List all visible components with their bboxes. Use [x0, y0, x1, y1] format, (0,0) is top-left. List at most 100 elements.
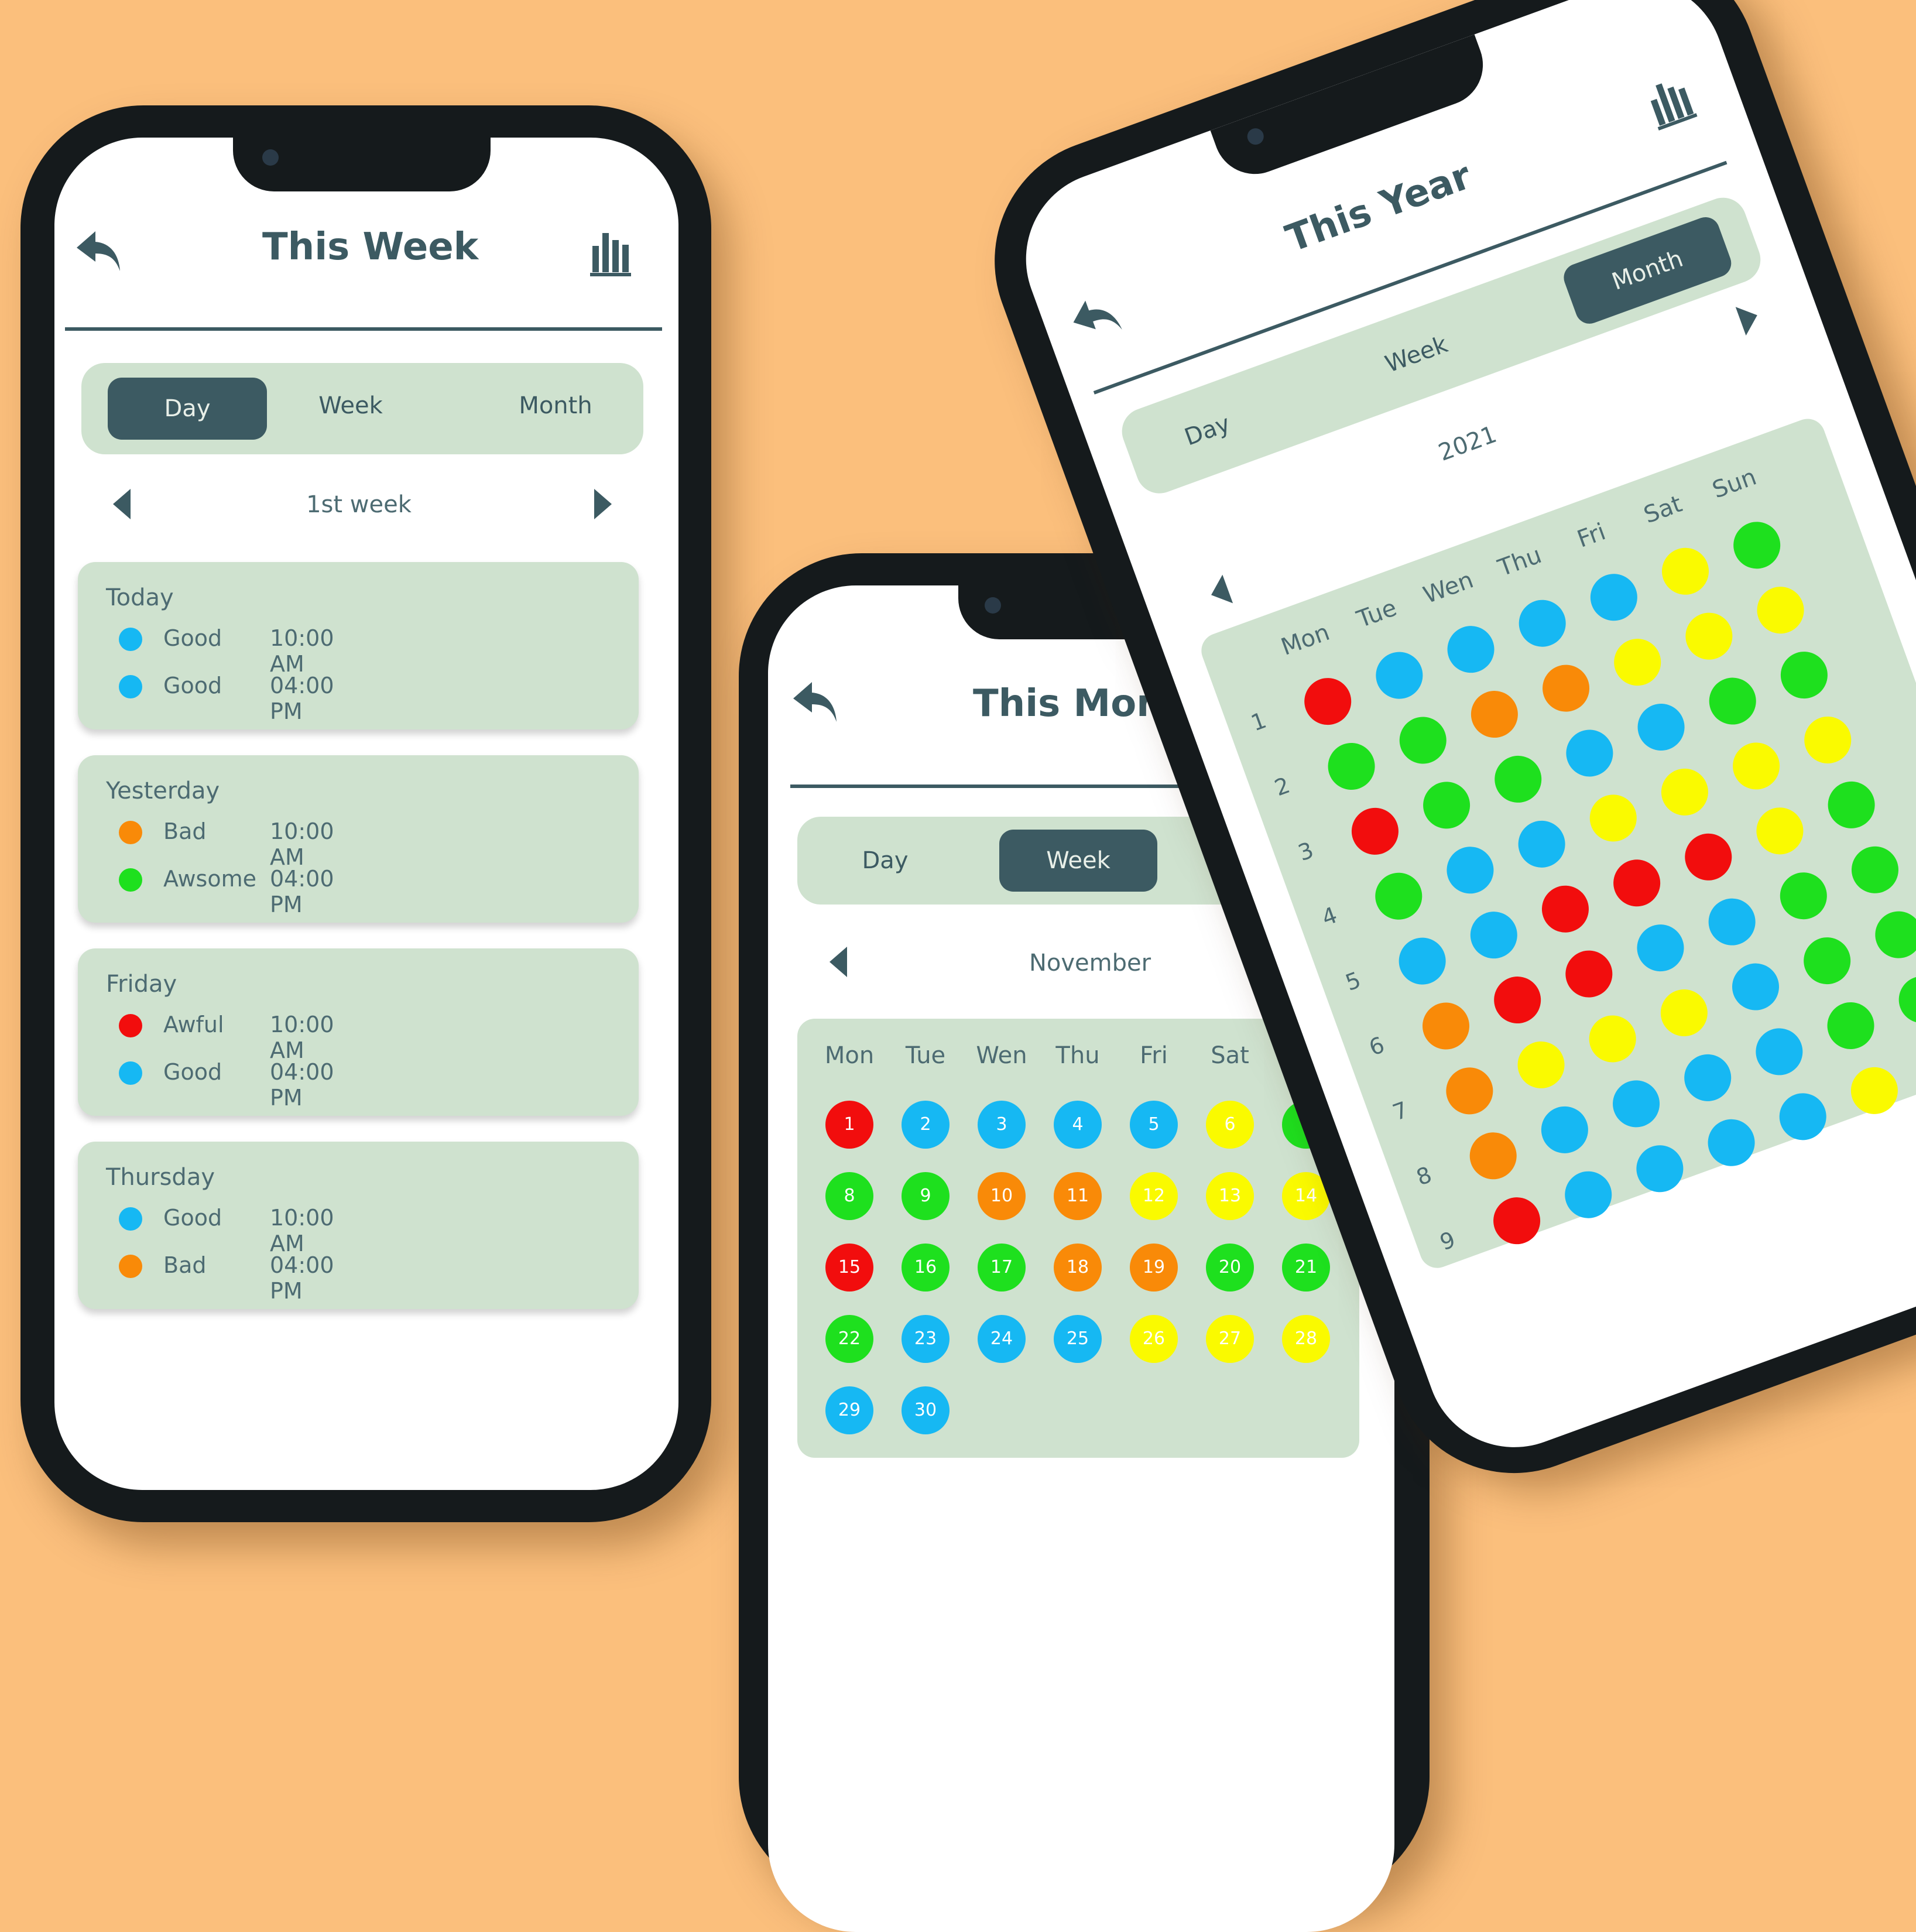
calendar-day[interactable]: 4 — [1054, 1101, 1102, 1149]
calendar-day[interactable]: 11 — [1054, 1172, 1102, 1220]
day-card-thursday[interactable]: Thursday Good 10:00 AM Bad 04:00 PM — [78, 1142, 639, 1309]
mood-dot[interactable] — [1392, 931, 1452, 991]
mood-dot[interactable] — [1487, 970, 1548, 1030]
mood-dot[interactable] — [1369, 645, 1430, 705]
mood-dot[interactable] — [1630, 1139, 1690, 1199]
calendar-day[interactable]: 27 — [1206, 1315, 1254, 1363]
calendar-day[interactable]: 12 — [1130, 1172, 1178, 1220]
prev-period-button[interactable] — [113, 489, 131, 519]
mood-dot[interactable] — [1535, 879, 1596, 939]
tab-week[interactable]: Week — [280, 392, 421, 419]
mood-dot[interactable] — [1774, 866, 1834, 926]
mood-dot[interactable] — [1463, 1126, 1523, 1186]
tab-month[interactable]: Month — [485, 392, 626, 419]
mood-dot[interactable] — [1630, 918, 1691, 978]
mood-dot[interactable] — [1440, 840, 1500, 900]
mood-dot[interactable] — [1439, 1061, 1500, 1121]
calendar-day[interactable]: 15 — [825, 1244, 873, 1292]
calendar-day[interactable]: 21 — [1282, 1244, 1330, 1292]
mood-dot[interactable] — [1511, 814, 1572, 875]
mood-dot[interactable] — [1393, 710, 1453, 770]
mood-dot[interactable] — [1417, 775, 1477, 835]
mood-dot[interactable] — [1558, 1164, 1619, 1225]
mood-dot[interactable] — [1607, 632, 1668, 693]
calendar-day[interactable]: 22 — [825, 1315, 873, 1363]
mood-dot[interactable] — [1798, 710, 1858, 770]
calendar-day[interactable]: 16 — [902, 1244, 950, 1292]
mood-dot[interactable] — [1678, 1048, 1738, 1108]
mood-dot[interactable] — [1679, 606, 1739, 666]
bar-chart-icon[interactable] — [1635, 62, 1710, 137]
calendar-day[interactable]: 24 — [978, 1315, 1026, 1363]
tab-week[interactable]: Week — [1346, 318, 1487, 391]
day-card-today[interactable]: Today Good 10:00 AM Good 04:00 PM — [78, 562, 639, 729]
back-arrow-icon[interactable] — [72, 225, 125, 278]
bar-chart-icon[interactable] — [584, 222, 643, 281]
calendar-day[interactable]: 1 — [825, 1101, 873, 1149]
next-period-button[interactable] — [1736, 301, 1763, 335]
mood-dot[interactable] — [1892, 970, 1916, 1030]
calendar-day[interactable]: 10 — [978, 1172, 1026, 1220]
mood-dot[interactable] — [1298, 672, 1358, 732]
calendar-day[interactable]: 17 — [978, 1244, 1026, 1292]
mood-dot[interactable] — [1345, 801, 1406, 862]
mood-dot[interactable] — [1727, 515, 1787, 576]
calendar-day[interactable]: 9 — [902, 1172, 950, 1220]
calendar-day[interactable]: 2 — [902, 1101, 950, 1149]
mood-dot[interactable] — [1702, 892, 1762, 952]
tab-week[interactable]: Week — [999, 830, 1157, 892]
day-card-yesterday[interactable]: Yesterday Bad 10:00 AM Awsome 04:00 PM — [78, 755, 639, 923]
calendar-day[interactable]: 5 — [1130, 1101, 1178, 1149]
mood-dot[interactable] — [1583, 788, 1643, 848]
mood-dot[interactable] — [1535, 1100, 1595, 1160]
mood-dot[interactable] — [1797, 931, 1857, 991]
calendar-day[interactable]: 6 — [1206, 1101, 1254, 1149]
mood-dot[interactable] — [1749, 1022, 1809, 1082]
mood-dot[interactable] — [1441, 619, 1501, 680]
tab-day[interactable]: Day — [108, 378, 267, 440]
mood-dot[interactable] — [1869, 905, 1916, 965]
mood-dot[interactable] — [1631, 697, 1691, 758]
prev-period-button[interactable] — [1206, 575, 1233, 609]
calendar-day[interactable]: 20 — [1206, 1244, 1254, 1292]
mood-dot[interactable] — [1726, 957, 1786, 1017]
mood-dot[interactable] — [1726, 736, 1787, 796]
calendar-day[interactable]: 30 — [902, 1386, 950, 1434]
mood-dot[interactable] — [1584, 567, 1644, 628]
calendar-day[interactable]: 18 — [1054, 1244, 1102, 1292]
mood-dot[interactable] — [1582, 1009, 1643, 1069]
back-arrow-icon[interactable] — [1061, 285, 1129, 352]
mood-dot[interactable] — [1511, 1035, 1571, 1095]
mood-dot[interactable] — [1655, 762, 1715, 823]
mood-dot[interactable] — [1821, 775, 1881, 835]
mood-dot[interactable] — [1369, 866, 1429, 926]
mood-dot[interactable] — [1655, 542, 1716, 602]
mood-dot[interactable] — [1750, 801, 1810, 861]
mood-dot[interactable] — [1416, 996, 1476, 1056]
calendar-day[interactable]: 29 — [825, 1386, 873, 1434]
mood-dot[interactable] — [1845, 840, 1905, 900]
mood-dot[interactable] — [1774, 645, 1835, 705]
tab-day[interactable]: Day — [1142, 396, 1272, 465]
mood-dot[interactable] — [1606, 1074, 1667, 1134]
calendar-day[interactable]: 3 — [978, 1101, 1026, 1149]
mood-dot[interactable] — [1607, 853, 1667, 913]
tab-month[interactable]: Month — [1560, 213, 1735, 327]
mood-dot[interactable] — [1678, 827, 1739, 888]
mood-dot[interactable] — [1750, 580, 1811, 640]
mood-dot[interactable] — [1702, 671, 1763, 731]
mood-dot[interactable] — [1536, 658, 1596, 718]
mood-dot[interactable] — [1654, 983, 1715, 1043]
calendar-day[interactable]: 13 — [1206, 1172, 1254, 1220]
mood-dot[interactable] — [1321, 737, 1382, 797]
mood-dot[interactable] — [1559, 723, 1620, 783]
calendar-day[interactable]: 28 — [1282, 1315, 1330, 1363]
mood-dot[interactable] — [1512, 593, 1572, 653]
mood-dot[interactable] — [1559, 944, 1619, 1004]
mood-dot[interactable] — [1488, 749, 1548, 810]
mood-dot[interactable] — [1464, 905, 1524, 965]
mood-dot[interactable] — [1845, 1061, 1905, 1121]
mood-dot[interactable] — [1701, 1113, 1761, 1173]
mood-dot[interactable] — [1821, 996, 1881, 1056]
prev-period-button[interactable] — [830, 947, 847, 977]
